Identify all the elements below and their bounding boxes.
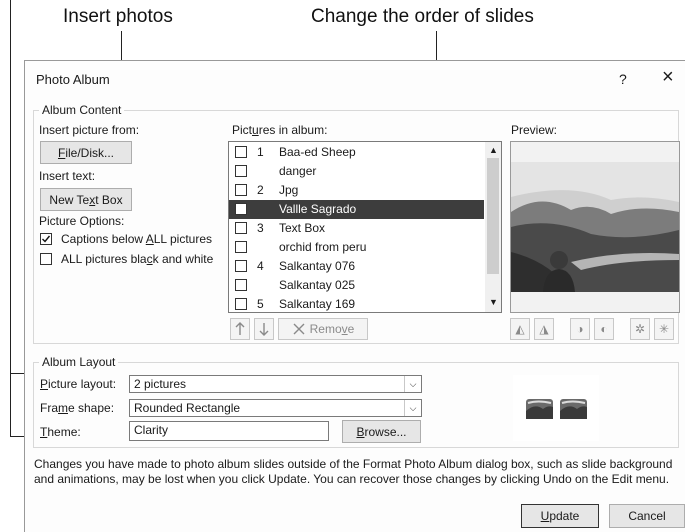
layout-preview-thumbnail: [513, 375, 599, 441]
frame-shape-value: Rounded Rectangle: [134, 401, 241, 415]
pictures-listbox[interactable]: 1 Baa-ed Sheep danger 2 Jpg Vallle Sagrado 3 Te…: [228, 141, 502, 313]
dialog-title: Photo Album: [36, 72, 110, 87]
album-list-item[interactable]: 2 Jpg: [229, 181, 484, 200]
remove-button[interactable]: Remove: [278, 318, 368, 340]
album-list-item[interactable]: orchid from peru: [229, 238, 484, 257]
album-item-name: Vallle Sagrado: [279, 202, 357, 216]
new-text-box-button[interactable]: New Te x t Box: [40, 188, 132, 211]
scroll-down-icon[interactable]: ▼: [489, 297, 498, 307]
album-item-slide-number: 5: [257, 297, 264, 311]
preview-pane: [510, 141, 680, 313]
album-list-item[interactable]: 3 Text Box: [229, 219, 484, 238]
callout-bracket-layout: [10, 0, 11, 437]
album-item-name: Salkantay 076: [279, 259, 356, 273]
pictures-in-album-label: Pictures in album:: [232, 123, 328, 137]
picture-layout-select[interactable]: 2 pictures ⌵: [129, 375, 422, 393]
album-item-slide-number: 2: [257, 183, 264, 197]
callout-change-order: Change the order of slides: [311, 6, 534, 27]
album-item-checkbox[interactable]: [235, 165, 247, 177]
album-item-checkbox[interactable]: [235, 146, 247, 158]
captions-label: Captions below ALL pictures: [61, 232, 213, 246]
album-list-item[interactable]: 5 Salkantay 169: [229, 295, 484, 312]
picture-layout-value: 2 pictures: [134, 377, 187, 391]
contrast-down-button[interactable]: ◐: [594, 318, 614, 340]
frame-shape-label: Frame shape:: [40, 401, 115, 415]
update-notice-text: Changes you have made to photo album sli…: [34, 457, 673, 486]
arrow-up-icon: [235, 322, 245, 335]
album-list-item[interactable]: danger: [229, 162, 484, 181]
brightness-up-icon: ✲: [634, 322, 646, 336]
album-content-title: Album Content: [39, 103, 125, 117]
album-item-checkbox[interactable]: [235, 222, 247, 234]
album-item-checkbox[interactable]: [235, 298, 247, 310]
album-item-name: Jpg: [279, 183, 299, 197]
album-item-name: Salkantay 169: [279, 297, 356, 311]
preview-label: Preview:: [511, 123, 558, 137]
album-item-name: orchid from peru: [279, 240, 367, 254]
scroll-thumb[interactable]: [487, 158, 499, 274]
arrow-down-icon: [259, 323, 269, 336]
listbox-scrollbar[interactable]: ▲ ▼: [485, 142, 501, 312]
layout-preview-icon: [526, 399, 587, 419]
album-item-name: Baa-ed Sheep: [279, 145, 356, 159]
brightness-down-icon: ✳: [658, 322, 670, 336]
album-item-name: Salkantay 025: [279, 278, 356, 292]
black-white-label: ALL pictures black and white: [61, 252, 214, 266]
picture-layout-label: Picture layout:: [40, 377, 117, 391]
album-list-item[interactable]: Vallle Sagrado: [229, 200, 484, 219]
theme-value: Clarity: [134, 423, 169, 437]
contrast-up-icon: ◑: [576, 322, 584, 336]
close-button[interactable]: ×: [662, 66, 674, 89]
brightness-up-button[interactable]: ✲: [630, 318, 650, 340]
contrast-down-icon: ◐: [600, 322, 608, 336]
album-item-slide-number: 4: [257, 259, 264, 273]
update-button[interactable]: Update: [521, 504, 599, 528]
insert-picture-from-label: Insert picture from:: [39, 123, 140, 137]
theme-label: Theme:: [40, 425, 81, 439]
picture-options-label: Picture Options:: [39, 214, 125, 228]
album-item-name: danger: [279, 164, 317, 178]
rotate-left-button[interactable]: ◭: [510, 318, 530, 340]
album-item-name: Text Box: [279, 221, 326, 235]
photo-album-dialog: Photo Album ? × Album Content Insert pic…: [24, 60, 685, 532]
rotate-right-icon: ◮: [539, 322, 549, 336]
browse-button[interactable]: Browse...: [342, 420, 421, 443]
remove-x-icon: [293, 323, 305, 335]
album-item-slide-number: 3: [257, 221, 264, 235]
album-item-checkbox[interactable]: [235, 260, 247, 272]
scroll-up-icon[interactable]: ▲: [489, 145, 498, 155]
album-list-item[interactable]: Salkantay 025: [229, 276, 484, 295]
album-item-checkbox[interactable]: [235, 241, 247, 253]
move-down-button[interactable]: [254, 318, 274, 340]
album-layout-title: Album Layout: [39, 355, 119, 369]
preview-photo-image: [511, 142, 679, 312]
captions-checkbox[interactable]: [40, 233, 52, 245]
rotate-right-button[interactable]: ◮: [534, 318, 554, 340]
black-white-checkbox[interactable]: [40, 253, 52, 265]
album-item-checkbox[interactable]: [235, 279, 247, 291]
chevron-down-icon[interactable]: ⌵: [404, 376, 421, 392]
file-disk-button[interactable]: File/Disk...: [40, 141, 132, 164]
theme-input[interactable]: Clarity: [129, 421, 329, 441]
album-list-item[interactable]: 4 Salkantay 076: [229, 257, 484, 276]
rotate-left-icon: ◭: [515, 322, 525, 336]
album-list-item[interactable]: 1 Baa-ed Sheep: [229, 143, 484, 162]
brightness-down-button[interactable]: ✳: [654, 318, 674, 340]
chevron-down-icon[interactable]: ⌵: [404, 400, 421, 416]
album-item-checkbox[interactable]: [235, 184, 247, 196]
move-up-button[interactable]: [230, 318, 250, 340]
frame-shape-select[interactable]: Rounded Rectangle ⌵: [129, 399, 422, 417]
album-item-checkbox[interactable]: [235, 203, 247, 215]
cancel-button[interactable]: Cancel: [609, 504, 685, 528]
contrast-up-button[interactable]: ◑: [570, 318, 590, 340]
callout-insert-photos: Insert photos: [63, 6, 173, 27]
insert-text-label: Insert text:: [39, 169, 96, 183]
album-item-slide-number: 1: [257, 145, 264, 159]
help-button[interactable]: ?: [619, 71, 627, 87]
